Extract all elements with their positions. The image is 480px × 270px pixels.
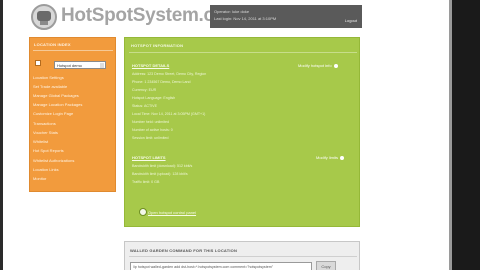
sidebar-item-global-packages[interactable]: Manage Global Packages xyxy=(33,93,109,98)
walled-garden-divider xyxy=(129,256,357,257)
info-line: Address: 123 Demo Street, Demo City, Reg… xyxy=(132,72,207,76)
info-line: Session limit: unlimited xyxy=(132,136,169,140)
arrow-right-icon xyxy=(333,63,338,68)
info-line: Traffic limit: 0 GB xyxy=(132,180,160,184)
sidebar-item-location-packages[interactable]: Manage Location Packages xyxy=(33,102,109,107)
window-edge-right xyxy=(449,0,480,270)
operator-info-box: Operator: luke doke Last login: Nov 14, … xyxy=(210,5,362,28)
sidebar-item-voucher-stats[interactable]: Voucher Stats xyxy=(33,130,109,135)
scrollbar[interactable] xyxy=(449,0,452,270)
info-line: Bandwidth limit (upload): 128 kbit/s xyxy=(132,172,188,176)
modify-limits-label: Modify limits xyxy=(316,155,339,160)
panel-title: HOTSPOT INFORMATION xyxy=(131,43,184,48)
sidebar-item-location-settings[interactable]: Location Settings xyxy=(33,75,109,80)
info-line: Currency: EUR xyxy=(132,88,157,92)
modify-hotspot-link[interactable]: Modify hotspot info xyxy=(298,63,338,68)
sidebar-item-whitelist[interactable]: Whitelist xyxy=(33,139,109,144)
info-line: Number of active hosts: 0 xyxy=(132,128,173,132)
last-login-line: Last login: Nov 14, 2011 at 3:10PM xyxy=(214,16,277,21)
modify-limits-link[interactable]: Modify limits xyxy=(316,155,345,160)
modify-hotspot-label: Modify hotspot info xyxy=(298,63,332,68)
location-select-value: Hotspot demo xyxy=(57,63,82,68)
sidebar-item-location-links[interactable]: Location Links xyxy=(33,167,109,172)
info-line: Bandwidth limit (download): 512 kbit/s xyxy=(132,164,193,168)
sidebar-item-hotspot-reports[interactable]: Hot Spot Reports xyxy=(33,148,109,153)
info-line: Status: ACTIVE xyxy=(132,104,157,108)
sidebar-item-whitelist-auth[interactable]: Whitelist Authorizations xyxy=(33,158,109,163)
walled-garden-title: WALLED GARDEN COMMAND FOR THIS LOCATION xyxy=(130,248,238,253)
control-panel-button[interactable] xyxy=(139,208,147,216)
sidebar-item-customize-login[interactable]: Customize Login Page xyxy=(33,111,109,116)
chevron-down-icon xyxy=(100,63,104,68)
window-edge-left xyxy=(0,0,3,270)
hotspot-information-panel: HOTSPOT INFORMATION HOTSPOT DETAILS Modi… xyxy=(124,37,360,227)
logout-link[interactable]: Logout xyxy=(345,17,357,24)
sidebar-title: LOCATION INDEX xyxy=(34,42,71,47)
sidebar-item-set-trade[interactable]: Set Trade available xyxy=(33,84,109,89)
sidebar-divider xyxy=(33,50,113,51)
info-line: Local Time: Nov 14, 2011 at 3:05PM (GMT+… xyxy=(132,112,206,116)
panel-divider xyxy=(129,52,357,53)
info-line: Number held: unlimited xyxy=(132,120,169,124)
command-field[interactable]: /ip hotspot walled-garden add dst-host=*… xyxy=(130,262,312,270)
walled-garden-panel: WALLED GARDEN COMMAND FOR THIS LOCATION … xyxy=(124,241,360,270)
location-select[interactable]: Hotspot demo xyxy=(54,61,106,69)
location-icon xyxy=(35,60,41,66)
control-panel-link[interactable]: Open hotspot control panel xyxy=(148,210,196,215)
arrow-right-icon xyxy=(340,155,345,160)
info-line: Hotspot Language: English xyxy=(132,96,176,100)
sidebar-item-monitor[interactable]: Monitor xyxy=(33,176,109,181)
hotspot-limits-heading: HOTSPOT LIMITS xyxy=(132,155,166,160)
sidebar-item-transactions[interactable]: Transactions xyxy=(33,121,109,126)
info-line: Phone: 1 234567 Demo, Demo Land xyxy=(132,80,191,84)
operator-line: Operator: luke doke xyxy=(214,9,250,14)
copy-button[interactable]: Copy xyxy=(316,261,336,270)
hotspot-details-heading: HOTSPOT DETAILS xyxy=(132,63,170,68)
logo-icon xyxy=(31,4,57,30)
